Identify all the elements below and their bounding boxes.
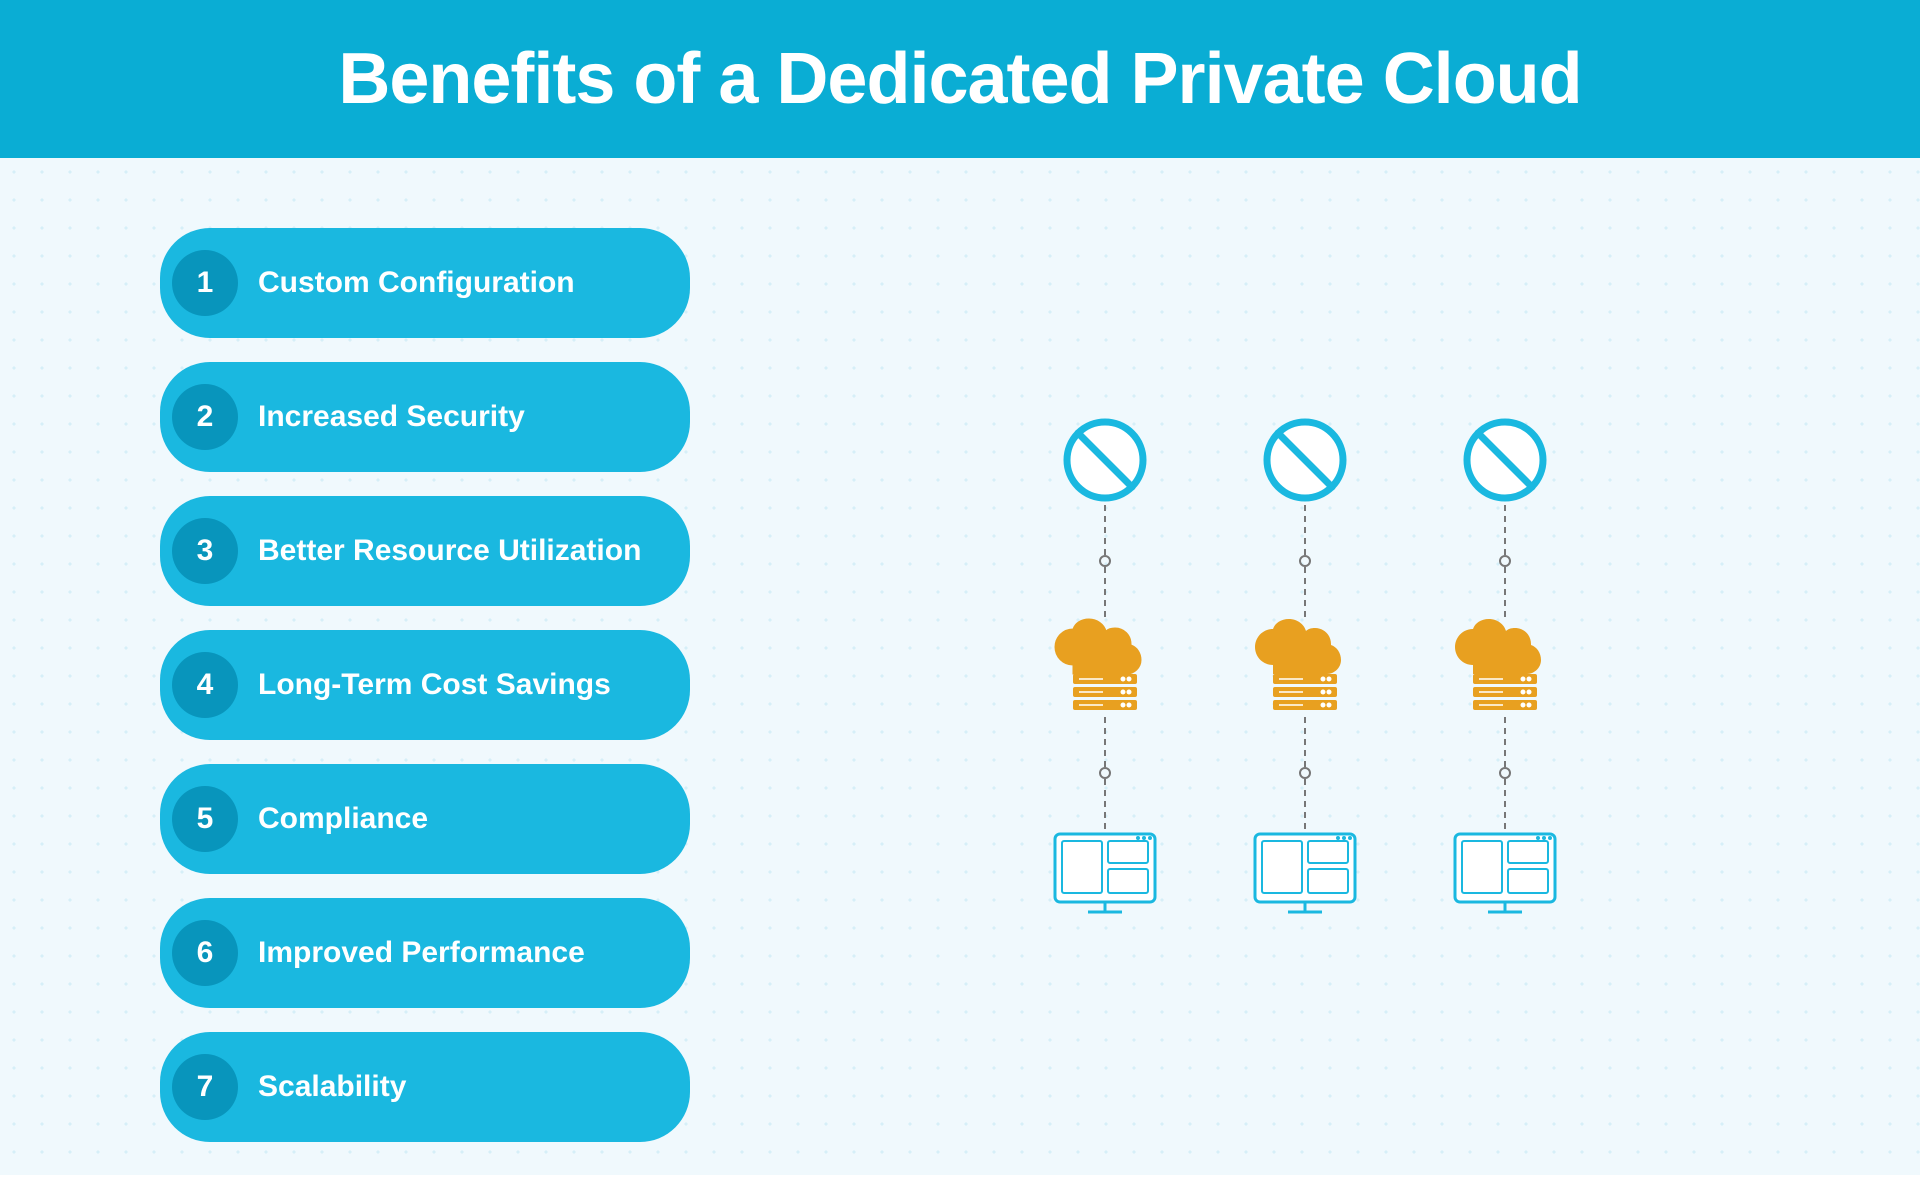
- dashed-line-mid1-3: [1504, 567, 1506, 617]
- benefit-label-3: Better Resource Utilization: [258, 534, 641, 568]
- benefit-label-2: Increased Security: [258, 400, 525, 434]
- cloud-server-3: [1445, 617, 1565, 717]
- benefit-number-1: 1: [172, 250, 238, 316]
- benefit-label-1: Custom Configuration: [258, 266, 575, 300]
- dashed-line-top-2: [1304, 505, 1306, 555]
- dot-bottom-3: [1499, 767, 1511, 779]
- benefits-list: 1 Custom Configuration 2 Increased Security…: [0, 158, 690, 1175]
- page-header: Benefits of a Dedicated Private Cloud: [0, 0, 1920, 158]
- server-column-3: [1445, 415, 1565, 919]
- ban-icon-3: [1460, 415, 1550, 505]
- dashed-line-top-1: [1104, 505, 1106, 555]
- ban-icon-1: [1060, 415, 1150, 505]
- dashed-line-mid2-3: [1504, 717, 1506, 767]
- benefit-item-6: 6 Improved Performance: [160, 898, 690, 1008]
- dashed-line-mid2-2: [1304, 717, 1306, 767]
- dot-top-2: [1299, 555, 1311, 567]
- benefit-number-6: 6: [172, 920, 238, 986]
- dashed-line-mid1-1: [1104, 567, 1106, 617]
- benefit-item-1: 1 Custom Configuration: [160, 228, 690, 338]
- benefit-number-2: 2: [172, 384, 238, 450]
- benefit-number-7: 7: [172, 1054, 238, 1120]
- dashed-line-mid1-2: [1304, 567, 1306, 617]
- benefit-number-5: 5: [172, 786, 238, 852]
- cloud-server-1: [1045, 617, 1165, 717]
- dashed-line-bottom-3: [1504, 779, 1506, 829]
- ban-icon-2: [1260, 415, 1350, 505]
- dashed-line-mid2-1: [1104, 717, 1106, 767]
- benefit-item-3: 3 Better Resource Utilization: [160, 496, 690, 606]
- server-columns: [1045, 415, 1565, 919]
- dashed-line-bottom-1: [1104, 779, 1106, 829]
- cloud-server-2: [1245, 617, 1365, 717]
- dashed-line-bottom-2: [1304, 779, 1306, 829]
- benefit-item-4: 4 Long-Term Cost Savings: [160, 630, 690, 740]
- benefit-label-4: Long-Term Cost Savings: [258, 668, 611, 702]
- dot-top-3: [1499, 555, 1511, 567]
- benefit-number-4: 4: [172, 652, 238, 718]
- dot-bottom-1: [1099, 767, 1111, 779]
- benefit-label-6: Improved Performance: [258, 936, 585, 970]
- page-title: Benefits of a Dedicated Private Cloud: [0, 38, 1920, 120]
- benefit-item-2: 2 Increased Security: [160, 362, 690, 472]
- benefit-number-3: 3: [172, 518, 238, 584]
- monitor-1: [1050, 829, 1160, 919]
- server-column-2: [1245, 415, 1365, 919]
- server-column-1: [1045, 415, 1165, 919]
- dashed-line-top-3: [1504, 505, 1506, 555]
- benefit-label-7: Scalability: [258, 1070, 406, 1104]
- dot-top-1: [1099, 555, 1111, 567]
- monitor-3: [1450, 829, 1560, 919]
- main-content: 1 Custom Configuration 2 Increased Security…: [0, 158, 1920, 1175]
- benefit-item-7: 7 Scalability: [160, 1032, 690, 1142]
- monitor-2: [1250, 829, 1360, 919]
- benefit-label-5: Compliance: [258, 802, 428, 836]
- benefit-item-5: 5 Compliance: [160, 764, 690, 874]
- illustration-panel: [690, 158, 1920, 1175]
- dot-bottom-2: [1299, 767, 1311, 779]
